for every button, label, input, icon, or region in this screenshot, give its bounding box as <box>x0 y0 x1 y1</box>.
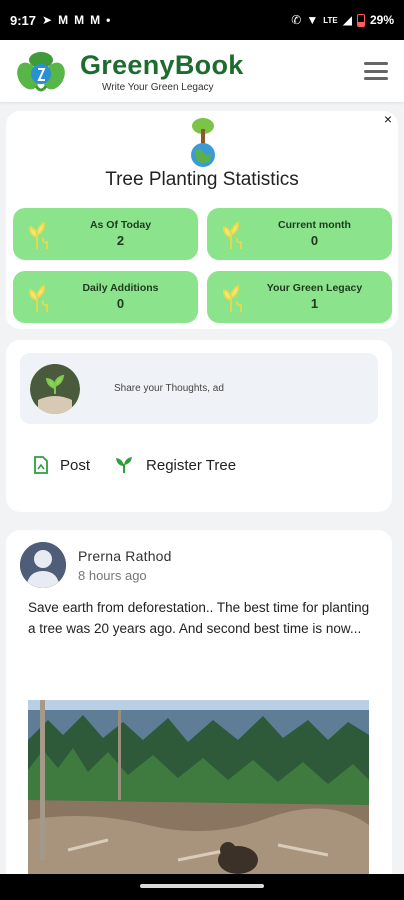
post-image[interactable] <box>28 700 369 900</box>
post-button[interactable]: Post <box>34 456 90 474</box>
battery-percent: 29% <box>369 13 394 27</box>
status-bar: 9:17 ➤ M M M • ✆ ▼ LTE ◢ 29% <box>0 0 404 40</box>
signal-icon: ◢ <box>342 13 352 27</box>
register-tree-label: Register Tree <box>146 456 237 474</box>
stats-title: Tree Planting Statistics <box>105 169 299 190</box>
stat-label: Daily Additions <box>82 282 159 294</box>
greenybook-logo <box>16 46 66 96</box>
notification-dot-icon: • <box>106 13 111 27</box>
stat-tile-as-of-today: As Of Today 2 <box>13 208 198 260</box>
register-tree-button[interactable]: Register Tree <box>114 456 236 474</box>
network-label: LTE <box>323 15 338 25</box>
tree-statistics-card: × Tree Planting Statistics As Of Today 2… <box>6 111 398 329</box>
system-nav-bar <box>0 874 404 900</box>
avatar[interactable] <box>20 542 66 588</box>
avatar <box>30 363 80 414</box>
stat-label: As Of Today <box>89 219 152 231</box>
document-icon <box>34 456 48 474</box>
wifi-calling-icon: ✆ <box>291 13 302 27</box>
sapling-icon <box>28 284 48 312</box>
brand-name: GreenyBook <box>80 49 244 80</box>
brand-tagline: Write Your Green Legacy <box>102 81 214 93</box>
gmail-icon: M <box>90 13 101 27</box>
post-timestamp: 8 hours ago <box>78 568 147 583</box>
stat-value: 0 <box>116 296 125 311</box>
app-header: GreenyBook Write Your Green Legacy <box>0 40 404 102</box>
gmail-icon: M <box>74 13 85 27</box>
stat-value: 1 <box>310 296 319 311</box>
stat-label: Your Green Legacy <box>266 282 363 294</box>
stat-tile-daily-additions: Daily Additions 0 <box>13 271 198 323</box>
stat-value: 2 <box>116 233 125 248</box>
tree-globe-icon <box>188 117 218 169</box>
gmail-icon: M <box>58 13 69 27</box>
close-icon[interactable]: × <box>384 111 392 127</box>
composer-card: Share your Thoughts, ad Post Register Tr… <box>6 340 392 512</box>
home-gesture-handle[interactable] <box>140 884 264 888</box>
telegram-icon: ➤ <box>42 13 53 27</box>
status-time: 9:17 <box>10 12 37 28</box>
stat-label: Current month <box>278 219 351 231</box>
stat-value: 0 <box>310 233 319 248</box>
sapling-icon <box>222 221 242 249</box>
stat-tile-green-legacy: Your Green Legacy 1 <box>207 271 392 323</box>
post-label: Post <box>60 456 91 474</box>
composer-placeholder: Share your Thoughts, ad <box>114 383 224 394</box>
sprout-icon <box>116 457 133 473</box>
stat-tile-current-month: Current month 0 <box>207 208 392 260</box>
post-card: Prerna Rathod 8 hours ago Save earth fro… <box>6 530 392 900</box>
wifi-icon: ▼ <box>306 13 319 27</box>
post-author[interactable]: Prerna Rathod <box>78 548 172 564</box>
sapling-icon <box>222 284 242 312</box>
post-text: Save earth from deforestation.. The best… <box>28 600 370 636</box>
share-thoughts-input[interactable]: Share your Thoughts, ad <box>20 353 378 424</box>
sapling-icon <box>28 221 48 249</box>
hamburger-menu-icon[interactable] <box>364 62 388 80</box>
battery-icon <box>356 13 365 27</box>
